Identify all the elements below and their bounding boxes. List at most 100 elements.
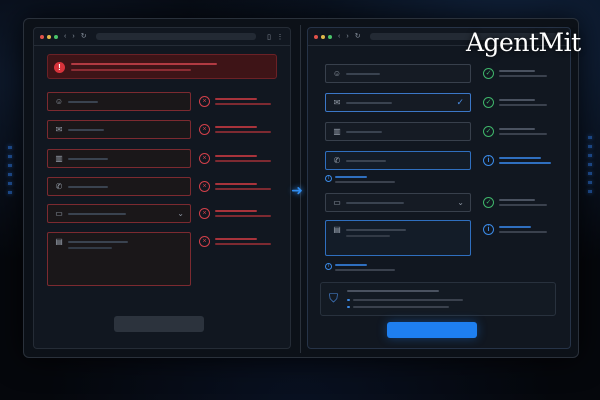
success-check-icon: ✓: [483, 126, 494, 137]
error-banner-message: [71, 69, 191, 71]
error-message-line: [215, 131, 271, 133]
window-close-dot[interactable]: [40, 34, 44, 39]
error-message-line: [215, 98, 257, 100]
hint-info-icon: i: [325, 175, 332, 182]
company-field[interactable]: ▥: [47, 149, 191, 168]
brand-logo: AgentMit: [466, 28, 581, 57]
error-message-line: [215, 183, 257, 185]
phone-icon: ✆: [55, 182, 63, 191]
info-message-line: [499, 226, 531, 228]
name-field[interactable]: ☺: [47, 92, 191, 111]
success-message-line: [499, 70, 535, 72]
reload-icon[interactable]: ↻: [355, 33, 361, 40]
success-message-line: [499, 133, 547, 135]
topic-select[interactable]: ▭ ⌄: [47, 204, 191, 223]
error-message-line: [215, 160, 271, 162]
info-icon: i: [483, 155, 494, 166]
error-message-line: [215, 155, 257, 157]
email-value: [346, 102, 392, 104]
error-x-icon: ×: [199, 208, 210, 219]
submit-button-disabled[interactable]: [114, 316, 204, 332]
email-field[interactable]: ✉: [47, 120, 191, 139]
info-icon: i: [483, 224, 494, 235]
browser-toolbar: ‹ › ↻ ▯ ⋮: [34, 28, 290, 46]
security-notice-line: [353, 299, 463, 301]
company-value: [346, 131, 382, 133]
select-value: [346, 202, 404, 204]
error-x-icon: ×: [199, 153, 210, 164]
success-message-line: [499, 104, 547, 106]
address-bar[interactable]: [95, 33, 256, 40]
error-message-line: [215, 210, 257, 212]
dropdown-icon: ▭: [55, 209, 63, 218]
hint-line: [335, 269, 395, 271]
success-message-line: [499, 199, 535, 201]
info-message-line: [499, 157, 541, 159]
window-maximize-dot[interactable]: [328, 34, 332, 39]
error-x-icon: ×: [199, 181, 210, 192]
bookmark-icon[interactable]: ▯: [265, 33, 273, 41]
window-maximize-dot[interactable]: [54, 34, 58, 39]
window-close-dot[interactable]: [314, 34, 318, 39]
info-message-line: [499, 162, 551, 164]
name-placeholder: [68, 101, 98, 103]
email-placeholder: [68, 129, 104, 131]
company-field[interactable]: ▥: [325, 122, 471, 141]
reload-icon[interactable]: ↻: [81, 33, 87, 40]
forward-icon[interactable]: ›: [72, 33, 74, 40]
email-field[interactable]: ✉ ✓: [325, 93, 471, 112]
back-icon[interactable]: ‹: [64, 33, 66, 40]
security-notice-card: ⛉: [320, 282, 556, 316]
message-placeholder-line: [68, 247, 112, 249]
bullet-dot: [347, 299, 350, 301]
success-check-icon: ✓: [483, 68, 494, 79]
message-textarea[interactable]: ▤: [47, 232, 191, 286]
dropdown-icon: ▭: [333, 198, 341, 207]
user-icon: ☺: [332, 69, 342, 78]
error-x-icon: ×: [199, 236, 210, 247]
name-field[interactable]: ☺: [325, 64, 471, 83]
mail-icon: ✉: [333, 98, 341, 107]
error-banner-title: [71, 63, 217, 65]
more-vertical-icon[interactable]: ⋮: [276, 33, 284, 41]
back-icon[interactable]: ‹: [338, 33, 340, 40]
security-notice-title: [347, 290, 439, 292]
phone-field[interactable]: ✆: [47, 177, 191, 196]
error-message-line: [215, 103, 271, 105]
message-textarea[interactable]: ▤: [325, 220, 471, 256]
building-icon: ▥: [55, 154, 63, 163]
error-message-line: [215, 238, 257, 240]
success-message-line: [499, 99, 535, 101]
hint-line: [335, 264, 367, 266]
chevron-down-icon[interactable]: ⌄: [177, 208, 184, 219]
user-icon: ☺: [54, 97, 64, 106]
bullet-dot: [347, 306, 350, 308]
chevron-down-icon[interactable]: ⌄: [457, 197, 464, 208]
forward-icon[interactable]: ›: [346, 33, 348, 40]
message-value: [346, 229, 406, 231]
server-rack-lights-right: [584, 130, 596, 199]
security-notice-line: [353, 306, 449, 308]
valid-check-icon: ✓: [456, 97, 464, 107]
select-placeholder: [68, 213, 126, 215]
hint-line: [335, 176, 367, 178]
success-message-line: [499, 75, 547, 77]
error-x-icon: ×: [199, 96, 210, 107]
shield-check-icon: ⛉: [329, 291, 339, 305]
submit-button[interactable]: [387, 322, 477, 338]
browser-window-valid-state: ‹ › ↻ ☺ ✓ ✉ ✓ ✓ ▥ ✓ ✆ i i ▭ ⌄ ✓ ▤ i i ⛉: [307, 27, 571, 349]
error-message-line: [215, 215, 271, 217]
window-minimize-dot[interactable]: [321, 34, 325, 39]
hint-info-icon: i: [325, 263, 332, 270]
message-icon: ▤: [55, 237, 63, 246]
error-message-line: [215, 243, 271, 245]
error-x-icon: ×: [199, 124, 210, 135]
info-message-line: [499, 231, 547, 233]
phone-placeholder: [68, 186, 108, 188]
topic-select[interactable]: ▭ ⌄: [325, 193, 471, 212]
message-icon: ▤: [333, 225, 341, 234]
message-value-line: [346, 235, 390, 237]
phone-field[interactable]: ✆: [325, 151, 471, 170]
success-message-line: [499, 204, 547, 206]
window-minimize-dot[interactable]: [47, 34, 51, 39]
